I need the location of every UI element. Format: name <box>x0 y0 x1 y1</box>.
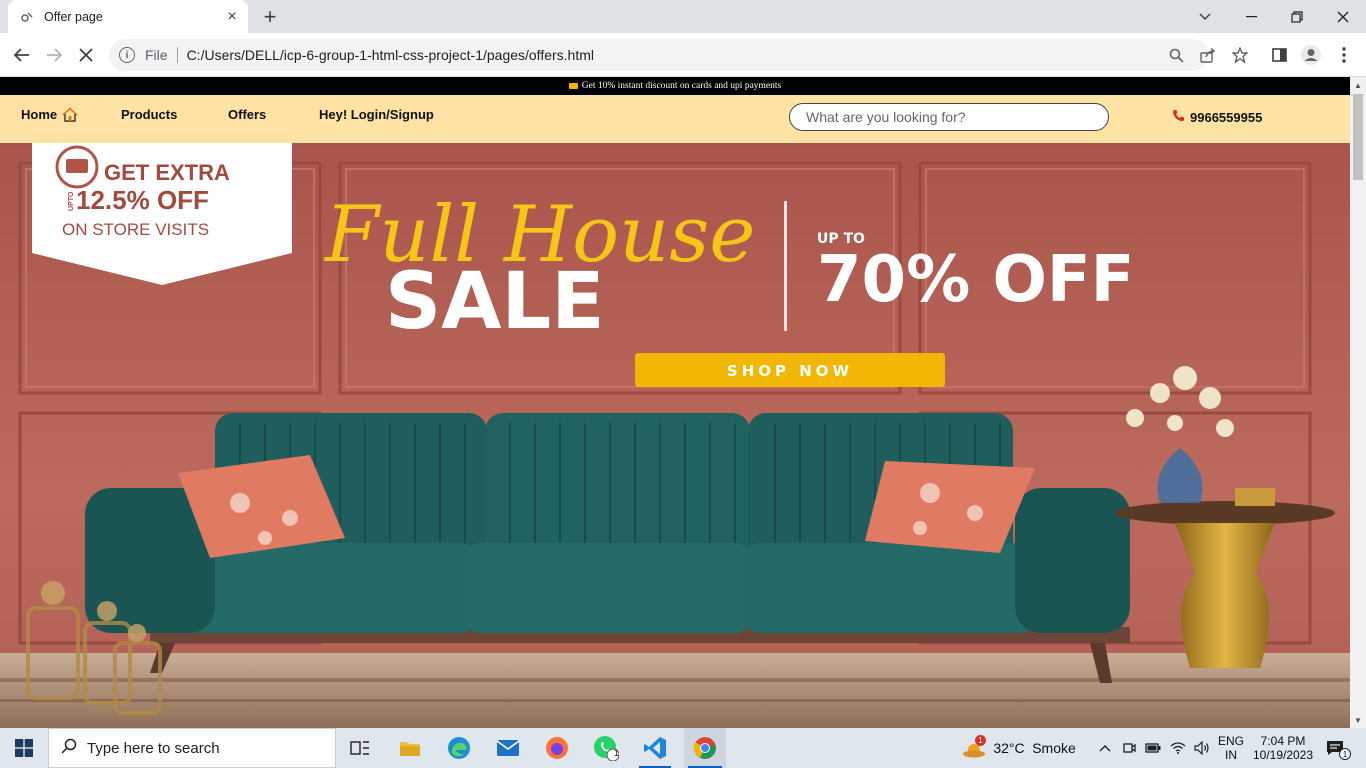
clock[interactable]: 7:04 PM 10/19/2023 <box>1246 728 1320 768</box>
edge-browser-icon[interactable] <box>439 728 479 768</box>
search-placeholder: What are you looking for? <box>806 109 966 125</box>
hero-sale-text: SALE <box>385 257 605 347</box>
wifi-icon[interactable] <box>1166 728 1190 768</box>
file-explorer-icon[interactable] <box>390 728 430 768</box>
notification-badge: 1 <box>1339 748 1351 760</box>
hero-banner[interactable]: GET EXTRA UPTO 12.5% OFF ON STORE VISITS… <box>0 143 1350 728</box>
minimize-window-button[interactable] <box>1228 0 1274 33</box>
bookmark-star-icon[interactable] <box>1227 39 1253 71</box>
close-window-button[interactable] <box>1320 0 1366 33</box>
nav-products-link[interactable]: Products <box>121 95 177 133</box>
taskbar-search-input[interactable]: Type here to search <box>48 728 336 768</box>
clock-date: 10/19/2023 <box>1252 748 1314 762</box>
browser-tab-strip: Offer page × + <box>0 0 1366 33</box>
clock-time: 7:04 PM <box>1260 734 1306 748</box>
page-favicon-icon <box>20 10 34 24</box>
card-icon <box>568 83 578 89</box>
new-tab-button[interactable]: + <box>258 4 282 29</box>
forward-arrow-icon[interactable] <box>41 42 67 68</box>
browser-tab[interactable]: Offer page × <box>8 0 248 33</box>
badge-prefix: UPTO <box>68 191 75 211</box>
weather-badge: 1 <box>975 735 986 746</box>
scroll-down-arrow-icon[interactable]: ▼ <box>1350 712 1366 728</box>
site-info-icon[interactable]: i <box>119 47 135 63</box>
language-bottom: IN <box>1225 748 1237 762</box>
show-hidden-icons-chevron-icon[interactable] <box>1095 728 1115 768</box>
more-menu-icon[interactable] <box>1331 42 1357 68</box>
shop-now-label: SHOP NOW <box>727 362 853 380</box>
volume-icon[interactable] <box>1190 728 1214 768</box>
scroll-up-arrow-icon[interactable]: ▲ <box>1350 77 1366 93</box>
promo-text: Get 10% instant discount on cards and up… <box>581 81 782 91</box>
web-page: Get 10% instant discount on cards and up… <box>0 77 1350 728</box>
windows-start-icon[interactable] <box>0 728 48 768</box>
badge-line1: GET EXTRA <box>104 160 230 185</box>
phone-contact[interactable]: 9966559955 <box>1172 95 1262 139</box>
stop-loading-icon[interactable] <box>73 42 99 68</box>
nav-offers-link[interactable]: Offers <box>228 95 266 133</box>
weather-desc[interactable]: Smoke <box>1031 728 1077 768</box>
taskbar-search-placeholder: Type here to search <box>87 739 220 757</box>
back-arrow-icon[interactable] <box>9 42 35 68</box>
mail-icon[interactable] <box>488 728 528 768</box>
taskbar-search-icon <box>61 738 77 759</box>
nav-login-link[interactable]: Hey! Login/Signup <box>319 95 434 133</box>
chrome-icon[interactable] <box>684 728 726 768</box>
tab-title: Offer page <box>44 9 103 24</box>
zoom-icon[interactable] <box>1163 39 1189 71</box>
windows-taskbar: Type here to search 1 1 32°C Smoke ENG I… <box>0 728 1366 768</box>
address-url[interactable]: C:/Users/DELL/icp-6-group-1-html-css-pro… <box>187 47 594 63</box>
language-indicator[interactable]: ENG IN <box>1216 728 1246 768</box>
phone-icon <box>1172 109 1185 125</box>
weather-temp[interactable]: 32°C <box>993 728 1025 768</box>
side-panel-icon[interactable] <box>1266 42 1292 68</box>
site-navbar: Home Products Offers Hey! Login/Signup W… <box>0 95 1350 143</box>
address-bar[interactable]: i File C:/Users/DELL/icp-6-group-1-html-… <box>109 39 1248 71</box>
meet-now-icon[interactable] <box>1118 728 1140 768</box>
sofa-illustration <box>85 413 1130 683</box>
profile-avatar-icon[interactable] <box>1298 42 1324 68</box>
vscode-icon[interactable] <box>635 728 675 768</box>
notification-center-icon[interactable]: 1 <box>1320 728 1351 768</box>
address-scheme-label: File <box>145 47 168 63</box>
promo-strip: Get 10% instant discount on cards and up… <box>0 77 1350 95</box>
browser-toolbar: i File C:/Users/DELL/icp-6-group-1-html-… <box>0 33 1366 77</box>
scrollbar-thumb[interactable] <box>1353 94 1363 180</box>
product-search-input[interactable]: What are you looking for? <box>789 103 1109 131</box>
hero-banner-illustration: GET EXTRA UPTO 12.5% OFF ON STORE VISITS… <box>0 143 1350 728</box>
battery-icon[interactable] <box>1142 728 1164 768</box>
nav-home-label: Home <box>21 106 58 122</box>
firefox-icon[interactable] <box>537 728 577 768</box>
tab-close-icon[interactable]: × <box>222 7 242 27</box>
address-separator <box>176 47 178 63</box>
restore-window-button[interactable] <box>1274 0 1320 33</box>
whatsapp-badge: 1 <box>614 748 620 758</box>
badge-line2: 12.5% OFF <box>76 185 209 215</box>
share-icon[interactable] <box>1195 39 1221 71</box>
home-icon <box>62 106 78 122</box>
language-top: ENG <box>1217 734 1244 748</box>
task-view-icon[interactable] <box>340 728 380 768</box>
whatsapp-icon[interactable]: 1 <box>586 728 626 768</box>
badge-line3: ON STORE VISITS <box>62 220 209 239</box>
hero-discount-text: 70% OFF <box>817 243 1134 317</box>
nav-home-link[interactable]: Home <box>21 95 78 133</box>
tab-search-chevron-icon[interactable] <box>1182 0 1228 33</box>
phone-number: 9966559955 <box>1190 109 1263 125</box>
page-scrollbar[interactable]: ▲ ▼ <box>1350 77 1366 728</box>
weather-icon[interactable]: 1 <box>960 728 988 768</box>
